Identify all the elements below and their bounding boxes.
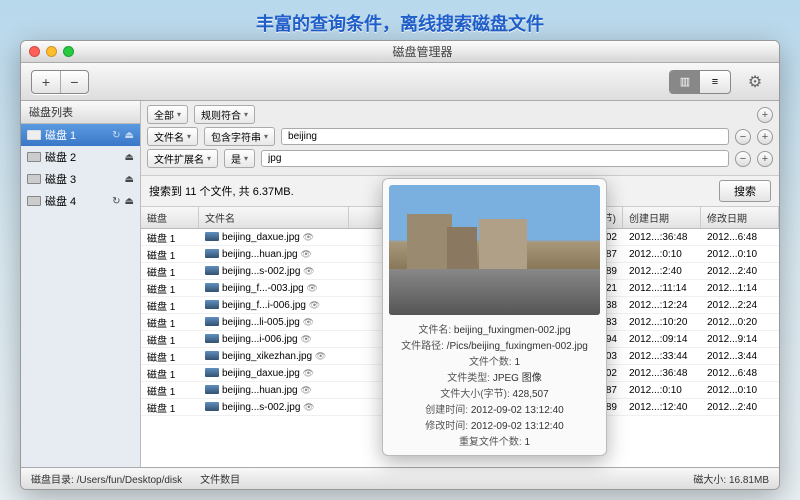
col-disk[interactable]: 磁盘: [141, 207, 199, 228]
thumbnail-icon: [205, 334, 219, 343]
sidebar: 磁盘列表 磁盘 1 ↻ ⏏ 磁盘 2 ⏏ 磁盘 3 ⏏ 磁盘 4 ↻ ⏏: [21, 101, 141, 467]
rule-op-dropdown[interactable]: 是: [224, 149, 255, 168]
preview-image: [389, 185, 600, 315]
results-summary-text: 搜索到 11 个文件, 共 6.37MB.: [149, 183, 294, 199]
thumbnail-icon: [205, 351, 219, 360]
add-remove-segment: + −: [31, 70, 89, 94]
filter-logic-dropdown[interactable]: 规则符合: [194, 105, 255, 124]
thumbnail-icon: [205, 283, 219, 292]
col-created[interactable]: 创建日期: [623, 207, 701, 228]
quicklook-icon[interactable]: 👁: [300, 249, 311, 259]
settings-gear-icon[interactable]: ⚙: [741, 71, 769, 93]
filter-rule-1: 文件扩展名是 −+: [147, 149, 773, 168]
close-window-button[interactable]: [29, 46, 40, 57]
disk-name: 磁盘 1: [45, 127, 108, 143]
filter-bar: 全部 规则符合 + 文件名包含字符串−+文件扩展名是−+: [141, 101, 779, 176]
search-button[interactable]: 搜索: [719, 180, 771, 202]
eject-icon[interactable]: ⏏: [125, 130, 134, 141]
remove-rule-button[interactable]: −: [735, 129, 751, 145]
quicklook-icon[interactable]: 👁: [303, 368, 314, 378]
thumbnail-icon: [205, 368, 219, 377]
quicklook-icon[interactable]: 👁: [307, 283, 318, 293]
status-count: 文件数目: [200, 471, 240, 486]
status-total: 磁大小: 16.81MB: [693, 471, 769, 486]
quicklook-icon[interactable]: 👁: [300, 334, 311, 344]
quicklook-icon[interactable]: 👁: [303, 402, 314, 412]
thumbnail-icon: [205, 317, 219, 326]
zoom-window-button[interactable]: [63, 46, 74, 57]
disk-icon: [27, 196, 41, 206]
rule-field-dropdown[interactable]: 文件名: [147, 127, 198, 146]
marketing-tagline: 丰富的查询条件，离线搜索磁盘文件: [0, 0, 800, 42]
filter-scope-dropdown[interactable]: 全部: [147, 105, 188, 124]
preview-info: 文件名: beijing_fuxingmen-002.jpg 文件路径: /Pi…: [389, 321, 600, 448]
eject-icon[interactable]: ⏏: [125, 152, 134, 163]
disk-name: 磁盘 3: [45, 171, 121, 187]
thumbnail-icon: [205, 266, 219, 275]
add-rule-button[interactable]: +: [757, 107, 773, 123]
refresh-icon[interactable]: ↻: [112, 130, 120, 141]
thumbnail-icon: [205, 232, 219, 241]
status-dir: 磁盘目录: /Users/fun/Desktop/disk: [31, 471, 182, 486]
rule-value-input[interactable]: [281, 128, 729, 145]
thumbnail-icon: [205, 402, 219, 411]
sidebar-item-disk-1[interactable]: 磁盘 1 ↻ ⏏: [21, 124, 140, 146]
sidebar-header: 磁盘列表: [21, 101, 140, 124]
disk-name: 磁盘 2: [45, 149, 121, 165]
add-rule-button[interactable]: +: [757, 129, 773, 145]
disk-name: 磁盘 4: [45, 193, 108, 209]
minimize-window-button[interactable]: [46, 46, 57, 57]
sidebar-item-disk-4[interactable]: 磁盘 4 ↻ ⏏: [21, 190, 140, 212]
quicklook-icon[interactable]: 👁: [309, 300, 320, 310]
remove-rule-button[interactable]: −: [735, 151, 751, 167]
status-bar: 磁盘目录: /Users/fun/Desktop/disk 文件数目 磁大小: …: [21, 467, 779, 489]
sidebar-item-disk-3[interactable]: 磁盘 3 ⏏: [21, 168, 140, 190]
refresh-icon[interactable]: ↻: [112, 196, 120, 207]
disk-icon: [27, 152, 41, 162]
file-preview-popover: 文件名: beijing_fuxingmen-002.jpg 文件路径: /Pi…: [382, 178, 607, 456]
sidebar-item-disk-2[interactable]: 磁盘 2 ⏏: [21, 146, 140, 168]
col-modified[interactable]: 修改日期: [701, 207, 779, 228]
thumbnail-icon: [205, 385, 219, 394]
eject-icon[interactable]: ⏏: [125, 196, 134, 207]
add-button[interactable]: +: [32, 71, 60, 93]
quicklook-icon[interactable]: 👁: [300, 385, 311, 395]
thumbnail-icon: [205, 249, 219, 258]
eject-icon[interactable]: ⏏: [125, 174, 134, 185]
toolbar: + − ▥ ≡ ⚙: [21, 63, 779, 101]
quicklook-icon[interactable]: 👁: [303, 317, 314, 327]
rule-value-input[interactable]: [261, 150, 729, 167]
disk-icon: [27, 130, 41, 140]
window-title: 磁盘管理器: [74, 43, 771, 60]
titlebar[interactable]: 磁盘管理器: [21, 41, 779, 63]
quicklook-icon[interactable]: 👁: [303, 266, 314, 276]
view-columns-button[interactable]: ▥: [670, 71, 700, 93]
quicklook-icon[interactable]: 👁: [315, 351, 326, 361]
col-filename[interactable]: 文件名: [199, 207, 349, 228]
remove-button[interactable]: −: [60, 71, 88, 93]
rule-op-dropdown[interactable]: 包含字符串: [204, 127, 275, 146]
quicklook-icon[interactable]: 👁: [303, 232, 314, 242]
rule-field-dropdown[interactable]: 文件扩展名: [147, 149, 218, 168]
disk-icon: [27, 174, 41, 184]
filter-rule-0: 文件名包含字符串 −+: [147, 127, 773, 146]
thumbnail-icon: [205, 300, 219, 309]
view-mode-segment: ▥ ≡: [669, 70, 731, 94]
view-list-button[interactable]: ≡: [700, 71, 730, 93]
add-rule-button[interactable]: +: [757, 151, 773, 167]
